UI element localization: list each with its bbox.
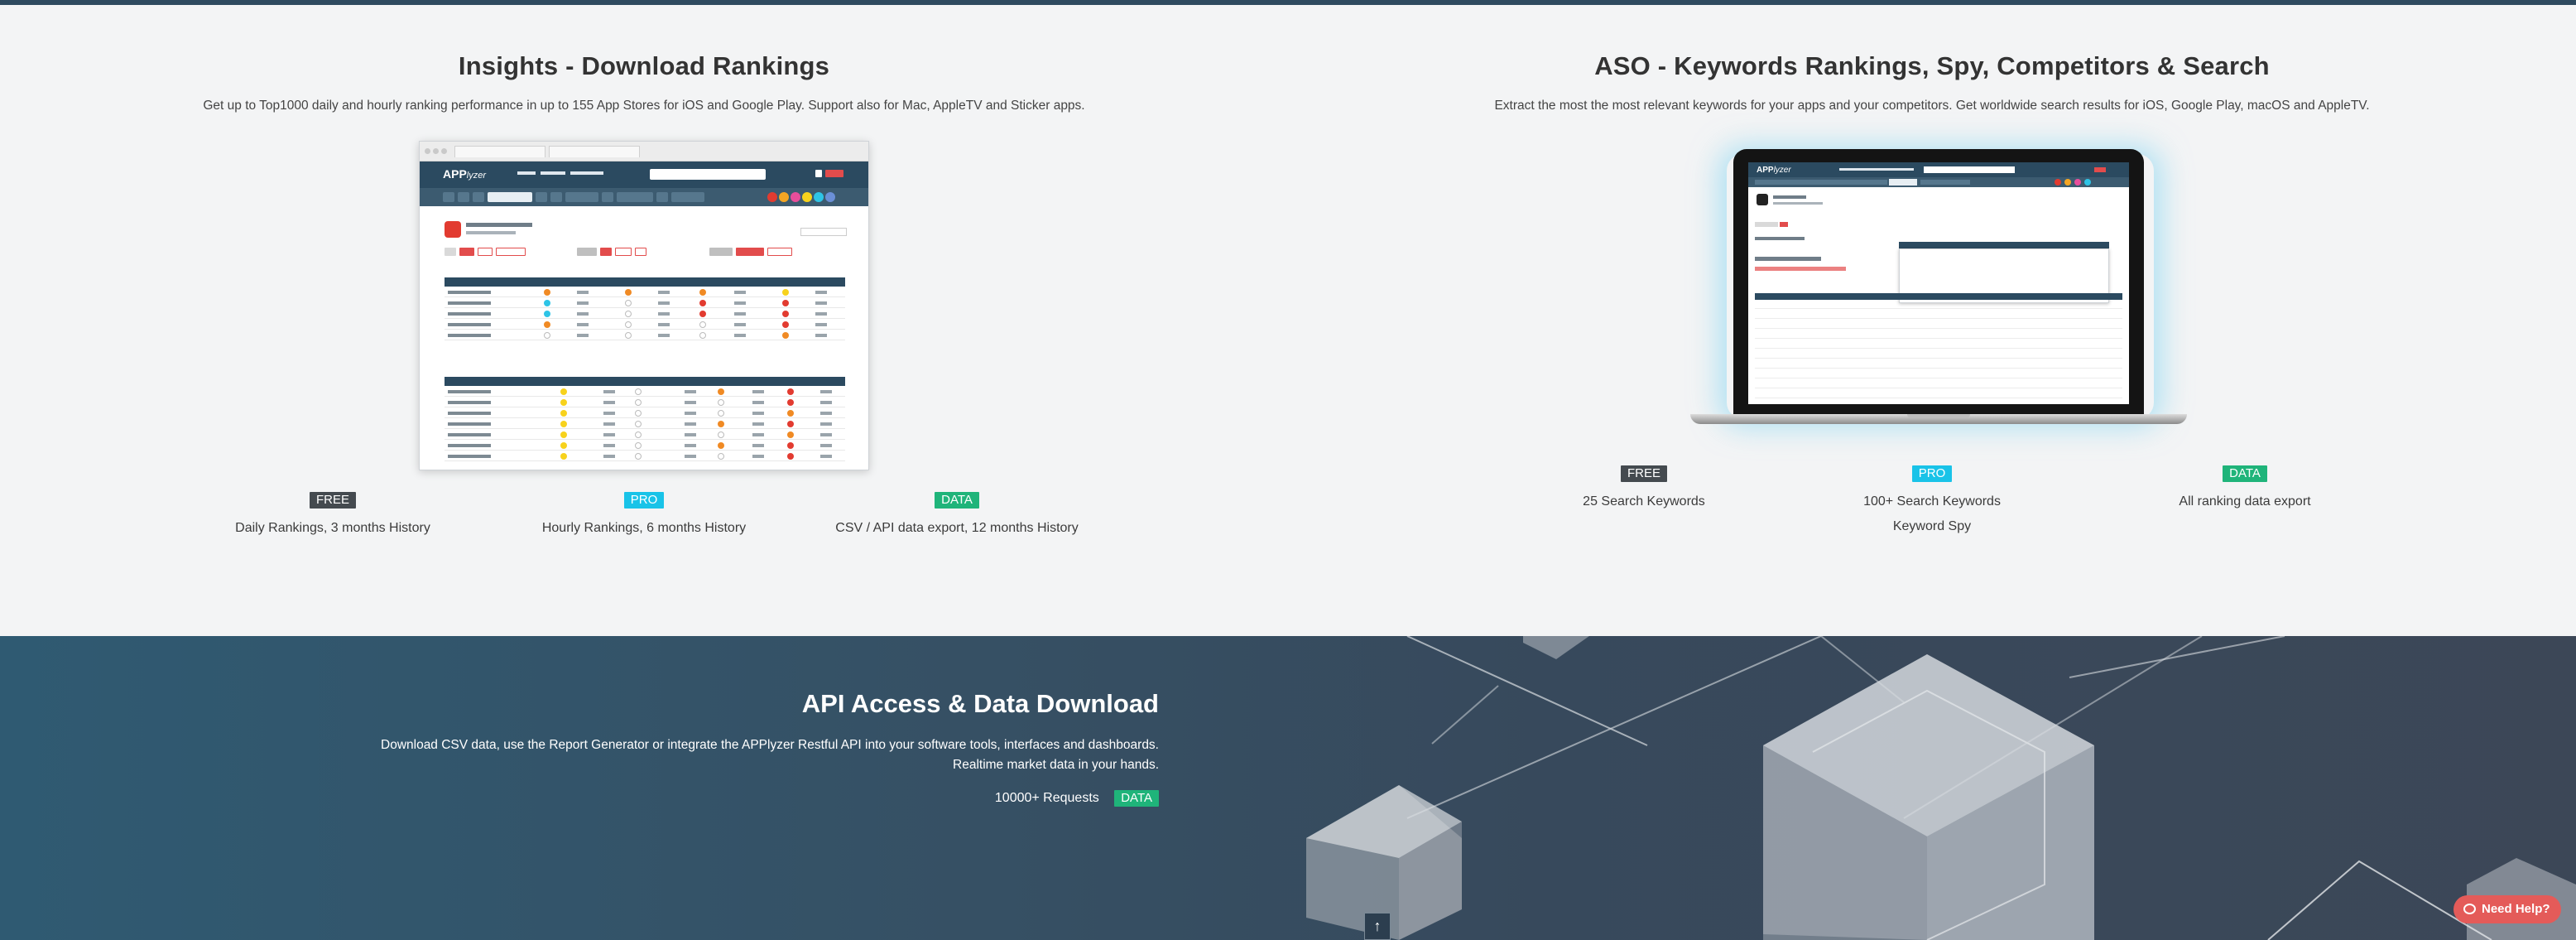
- aso-tier-free: FREE 25 Search Keywords: [1536, 465, 1752, 514]
- api-requests-label: 10000+ Requests: [994, 791, 1099, 805]
- need-help-label: Need Help?: [2482, 902, 2550, 916]
- free-badge: FREE: [309, 492, 356, 509]
- api-requests: 10000+ Requests DATA: [995, 790, 1159, 807]
- data-badge: DATA: [1114, 790, 1159, 807]
- chat-bubble-icon: [2463, 904, 2476, 914]
- data-badge: DATA: [2223, 465, 2267, 482]
- hexagon-art: [1306, 636, 2576, 940]
- screenshot-logo: APPlyzer: [443, 167, 487, 181]
- tier-text-secondary: Keyword Spy: [1892, 519, 1972, 533]
- aso-tier-data: DATA All ranking data export: [2137, 465, 2353, 514]
- data-badge: DATA: [935, 492, 979, 509]
- screenshot-logo: APPlyzer: [1757, 166, 1791, 175]
- pro-badge: PRO: [623, 492, 665, 509]
- tier-text: All ranking data export: [2179, 494, 2311, 509]
- need-help-button[interactable]: Need Help?: [2453, 895, 2561, 923]
- tier-text: 100+ Search Keywords: [1863, 494, 2001, 509]
- pro-badge: PRO: [1911, 465, 1953, 482]
- aso-description: Extract the most the most relevant keywo…: [1494, 99, 2370, 113]
- aso-column: ASO - Keywords Rankings, Spy, Competitor…: [1288, 5, 2576, 636]
- arrow-up-icon: ↑: [1373, 918, 1382, 934]
- scroll-to-top-button[interactable]: ↑: [1364, 913, 1391, 940]
- free-badge: FREE: [1620, 465, 1667, 482]
- api-section: API Access & Data Download Download CSV …: [0, 636, 2576, 940]
- aso-tier-pro: PRO 100+ Search Keywords Keyword Spy: [1824, 465, 2040, 539]
- insights-tier-free: FREE Daily Rankings, 3 months History: [209, 492, 457, 541]
- aso-title: ASO - Keywords Rankings, Spy, Competitor…: [1594, 51, 2270, 80]
- tier-text: Hourly Rankings, 6 months History: [541, 521, 747, 535]
- features-section: Insights - Download Rankings Get up to T…: [0, 5, 2576, 636]
- insights-screenshot: APPlyzer: [419, 141, 869, 470]
- insights-tier-data: DATA CSV / API data export, 12 months Hi…: [791, 492, 1122, 541]
- tier-text: 25 Search Keywords: [1583, 494, 1705, 509]
- insights-title: Insights - Download Rankings: [458, 51, 830, 80]
- api-description: Download CSV data, use the Report Genera…: [381, 738, 1159, 772]
- api-title: API Access & Data Download: [801, 689, 1159, 718]
- insights-tier-pro: PRO Hourly Rankings, 6 months History: [520, 492, 768, 541]
- tier-text: Daily Rankings, 3 months History: [235, 521, 430, 535]
- insights-column: Insights - Download Rankings Get up to T…: [0, 5, 1288, 636]
- tier-text: CSV / API data export, 12 months History: [835, 521, 1079, 535]
- insights-description: Get up to Top1000 daily and hourly ranki…: [203, 99, 1085, 113]
